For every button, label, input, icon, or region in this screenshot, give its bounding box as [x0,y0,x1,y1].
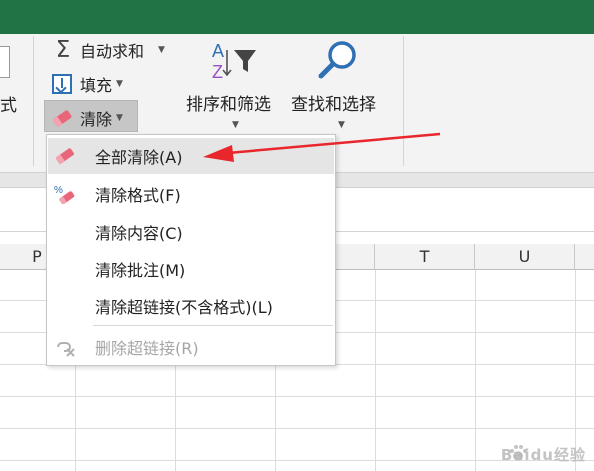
excel-window: 式 Σ 自动求和 ▼ 填充 ▼ 清除 ▼ A Z 排序和筛选 ▼ 查找和选择 ▼… [0,0,594,471]
annotation-arrow [203,132,441,162]
